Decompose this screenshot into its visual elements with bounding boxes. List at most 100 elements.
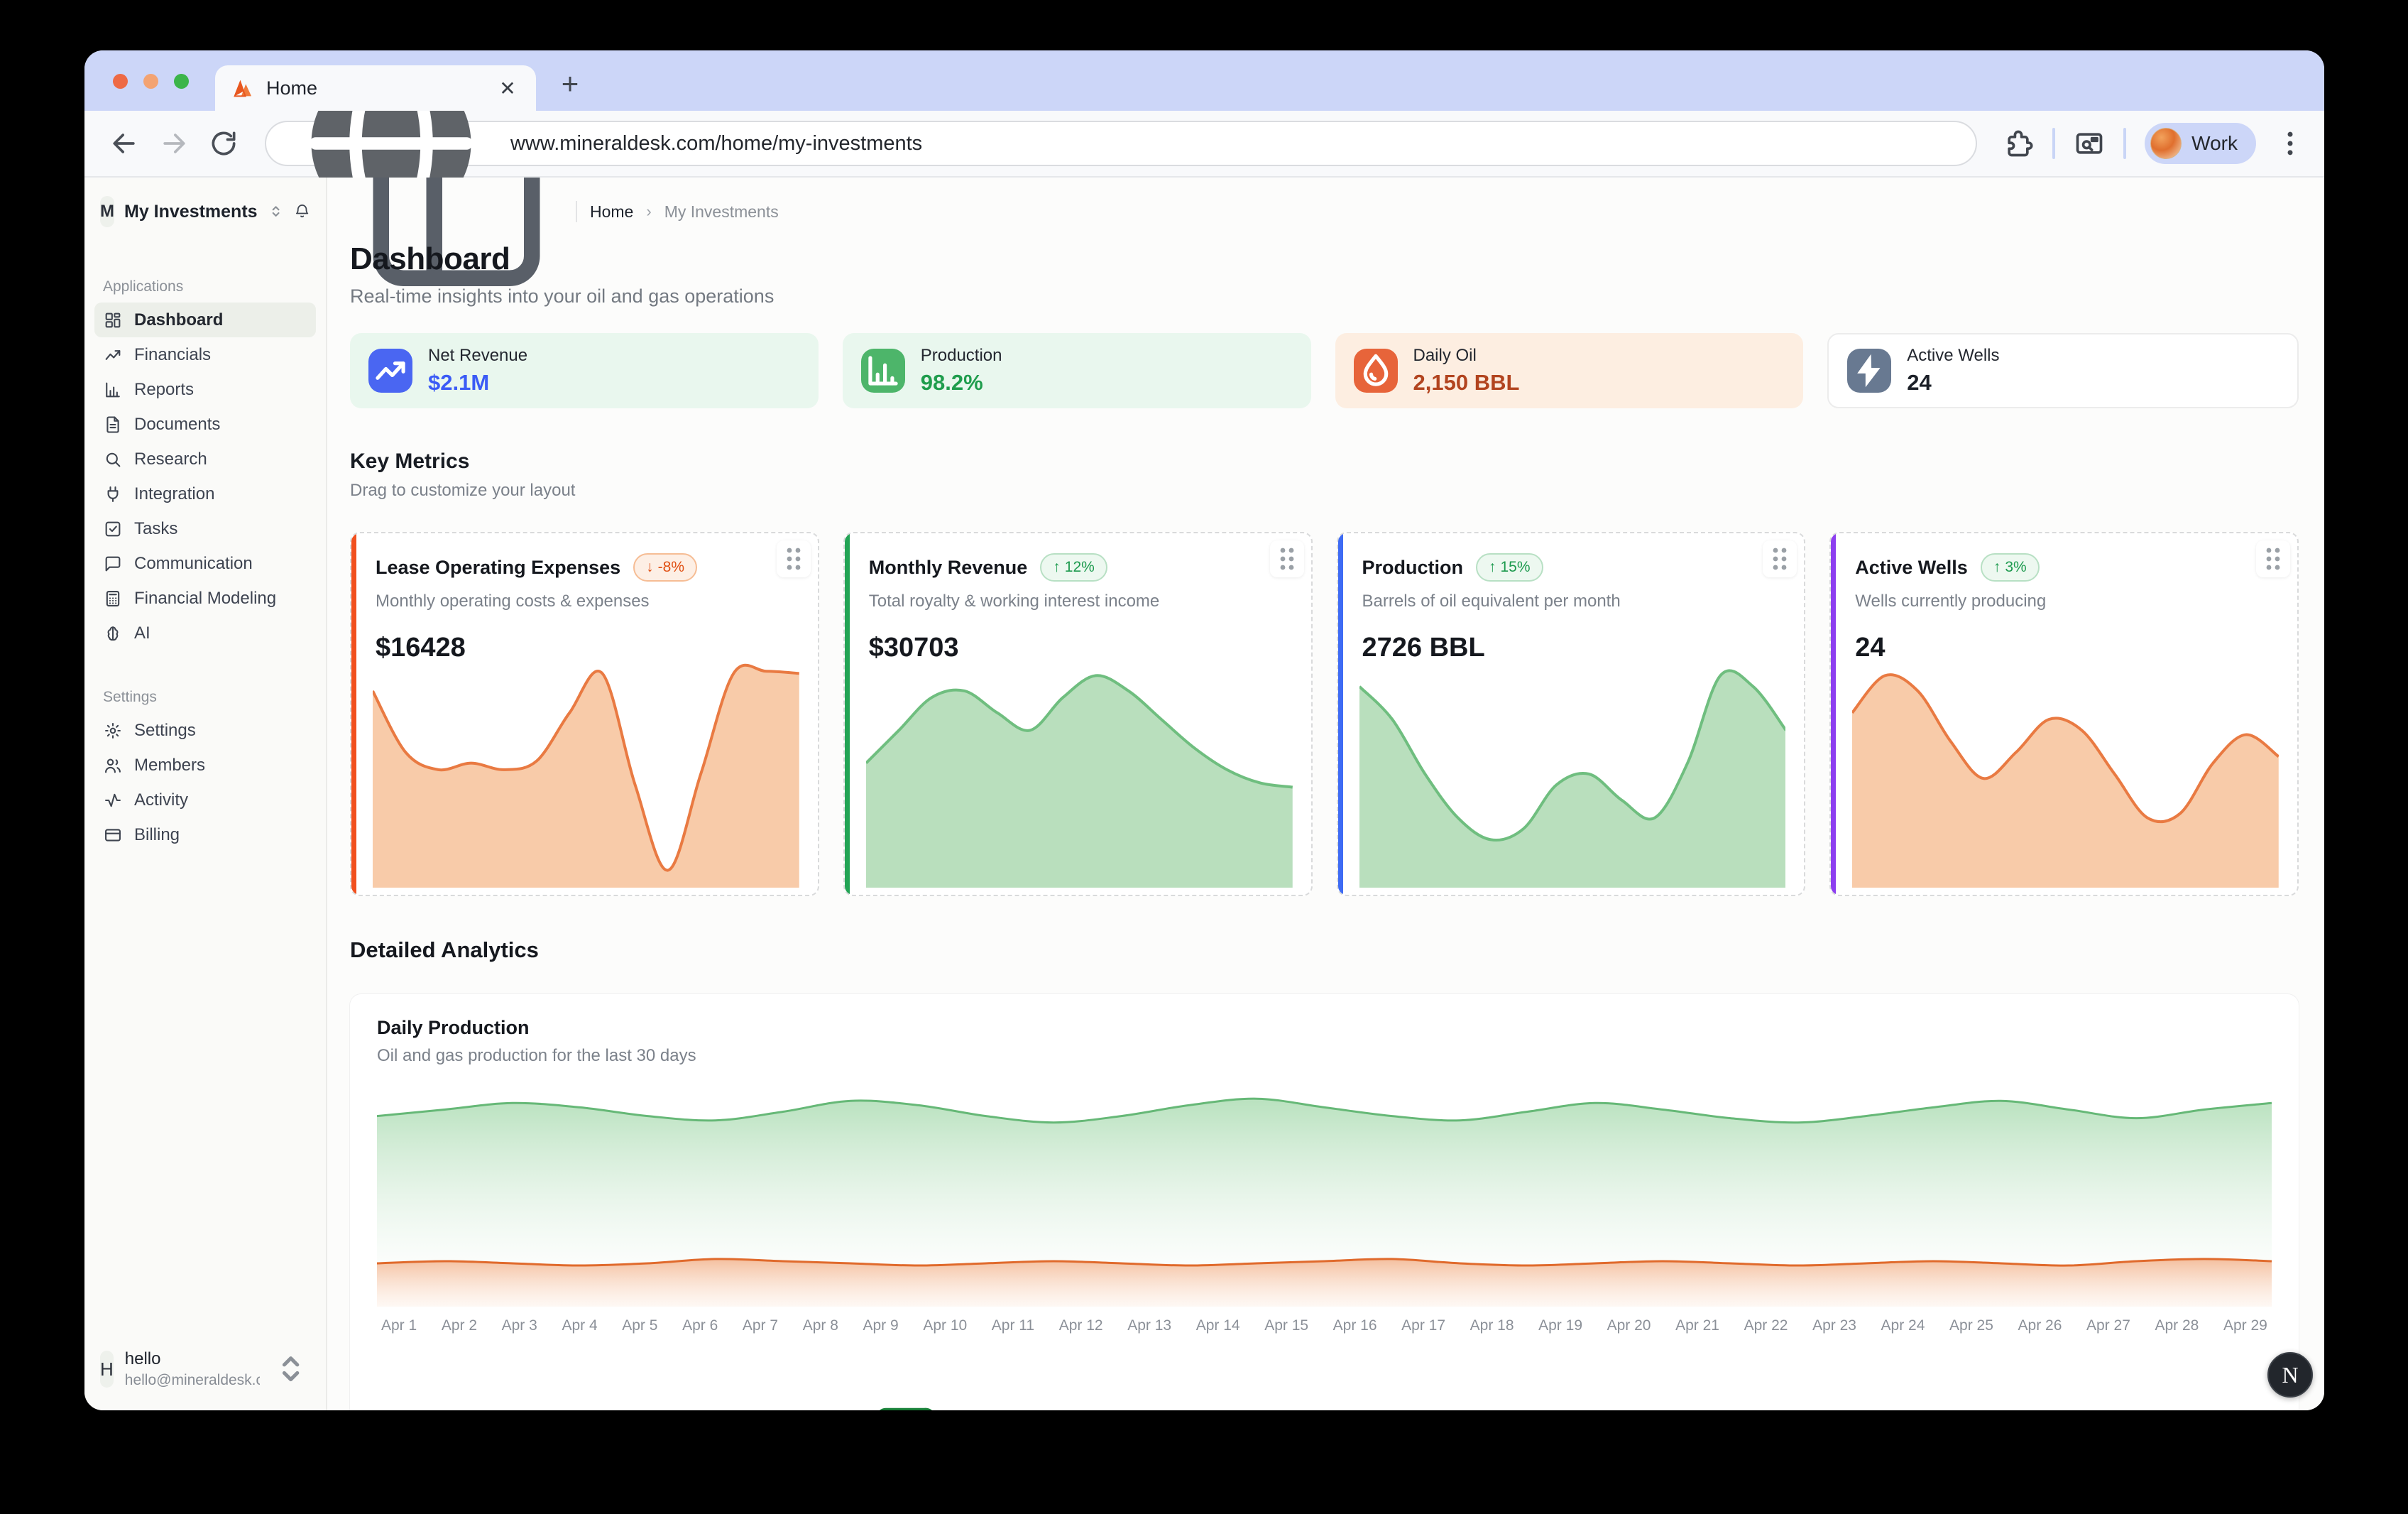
financial-modeling-icon bbox=[103, 589, 123, 609]
sidebar-item-ai[interactable]: AI bbox=[94, 616, 316, 650]
bell-icon[interactable] bbox=[294, 203, 310, 219]
sidebar-item-financial-modeling[interactable]: Financial Modeling bbox=[94, 581, 316, 616]
user-avatar: H bbox=[100, 1351, 114, 1388]
side-panel-search-icon[interactable] bbox=[2074, 128, 2105, 159]
stat-card-active-wells: Active Wells 24 bbox=[1827, 333, 2299, 408]
new-tab-button[interactable]: + bbox=[554, 70, 586, 101]
minimize-window-button[interactable] bbox=[143, 74, 158, 89]
card-title: Lease Operating Expenses bbox=[376, 557, 620, 579]
sidebar-item-members[interactable]: Members bbox=[94, 748, 316, 783]
sidebar-item-research[interactable]: Research bbox=[94, 442, 316, 476]
daily-production-chart bbox=[377, 1090, 2272, 1307]
browser-tab[interactable]: Home ✕ bbox=[215, 65, 536, 111]
x-axis-tick: Apr 25 bbox=[1949, 1317, 1993, 1334]
sidebar-item-dashboard[interactable]: Dashboard bbox=[94, 303, 316, 337]
drag-handle-icon[interactable] bbox=[777, 540, 811, 577]
drag-handle-icon[interactable] bbox=[2256, 540, 2290, 577]
x-axis-tick: Apr 1 bbox=[381, 1317, 417, 1334]
close-window-button[interactable] bbox=[113, 74, 128, 89]
card-title: Production bbox=[1362, 557, 1464, 579]
oil-drop-icon bbox=[1354, 349, 1398, 393]
lightning-icon bbox=[1847, 349, 1891, 393]
key-metrics-title: Key Metrics bbox=[350, 450, 2299, 474]
sidebar-item-settings[interactable]: Settings bbox=[94, 713, 316, 748]
extensions-puzzle-icon[interactable] bbox=[2003, 128, 2034, 159]
main-content: Home › My Investments Dashboard Real-tim… bbox=[327, 178, 2324, 1410]
sidebar-item-label: Reports bbox=[134, 380, 194, 400]
card-subtitle: Wells currently producing bbox=[1855, 592, 2276, 611]
trending-up-small-icon bbox=[748, 1356, 961, 1410]
back-arrow-icon[interactable] bbox=[109, 128, 140, 159]
profile-label: Work bbox=[2191, 132, 2238, 155]
x-axis-tick: Apr 27 bbox=[2086, 1317, 2130, 1334]
settings-icon bbox=[103, 721, 123, 741]
sidebar-item-label: Financial Modeling bbox=[134, 589, 276, 609]
metric-card-lease-operating-expenses: Lease Operating Expenses ↓-8% Monthly op… bbox=[350, 532, 819, 896]
sidebar-item-billing[interactable]: Billing bbox=[94, 817, 316, 852]
x-axis-labels: Apr 1Apr 2Apr 3Apr 4Apr 5Apr 6Apr 7Apr 8… bbox=[377, 1317, 2272, 1334]
sparkline-chart bbox=[1359, 653, 1786, 888]
x-axis-tick: Apr 26 bbox=[2018, 1317, 2062, 1334]
sidebar-items-settings: SettingsMembersActivityBilling bbox=[94, 713, 316, 852]
x-axis-tick: Apr 18 bbox=[1470, 1317, 1514, 1334]
chevrons-up-down-icon bbox=[268, 203, 284, 219]
x-axis-tick: Apr 7 bbox=[743, 1317, 778, 1334]
stat-label: Production bbox=[921, 346, 1002, 366]
sidebar-item-documents[interactable]: Documents bbox=[94, 407, 316, 442]
chevrons-up-down-icon bbox=[271, 1349, 310, 1388]
page-title: Dashboard bbox=[350, 241, 2299, 277]
page-subtitle: Real-time insights into your oil and gas… bbox=[350, 285, 2299, 307]
user-menu[interactable]: H hello hello@mineraldesk.c... bbox=[94, 1342, 316, 1396]
card-subtitle: Monthly operating costs & expenses bbox=[376, 592, 797, 611]
drag-handle-icon[interactable] bbox=[1270, 540, 1304, 577]
x-axis-tick: Apr 4 bbox=[562, 1317, 597, 1334]
sidebar-item-financials[interactable]: Financials bbox=[94, 337, 316, 372]
sidebar-item-reports[interactable]: Reports bbox=[94, 372, 316, 407]
communication-icon bbox=[103, 554, 123, 574]
user-name: hello bbox=[125, 1349, 260, 1369]
toolbar-separator bbox=[2052, 128, 2055, 159]
stat-label: Net Revenue bbox=[428, 346, 527, 366]
sidebar-item-integration[interactable]: Integration bbox=[94, 476, 316, 511]
sidebar: M My Investments Applications DashboardF… bbox=[84, 178, 327, 1410]
sidebar-item-communication[interactable]: Communication bbox=[94, 546, 316, 581]
menu-dots-icon[interactable] bbox=[2275, 128, 2306, 159]
breadcrumb-current: My Investments bbox=[664, 202, 779, 222]
card-accent-bar bbox=[351, 533, 356, 895]
stat-label: Daily Oil bbox=[1413, 346, 1520, 366]
workspace-switcher[interactable]: M My Investments bbox=[94, 193, 316, 230]
zoom-window-button[interactable] bbox=[174, 74, 189, 89]
ai-icon bbox=[103, 623, 123, 643]
x-axis-tick: Apr 19 bbox=[1538, 1317, 1582, 1334]
sidebar-item-tasks[interactable]: Tasks bbox=[94, 511, 316, 546]
integration-icon bbox=[103, 484, 123, 504]
card-accent-bar bbox=[1338, 533, 1343, 895]
section-label: Settings bbox=[103, 689, 316, 706]
nextjs-dev-button[interactable]: N bbox=[2267, 1352, 2313, 1398]
sidebar-item-label: Tasks bbox=[134, 519, 177, 539]
sidebar-item-label: Dashboard bbox=[134, 310, 223, 330]
reload-icon[interactable] bbox=[208, 128, 239, 159]
stat-card-production: Production 98.2% bbox=[843, 333, 1311, 408]
forward-arrow-icon[interactable] bbox=[158, 128, 190, 159]
dashboard-icon bbox=[103, 310, 123, 330]
x-axis-tick: Apr 5 bbox=[622, 1317, 657, 1334]
trend-arrow-icon: ↑ bbox=[1053, 559, 1061, 576]
sidebar-item-label: Integration bbox=[134, 484, 214, 504]
trend-value: 3% bbox=[2005, 559, 2026, 576]
documents-icon bbox=[103, 415, 123, 435]
url-bar[interactable]: www.mineraldesk.com/home/my-investments bbox=[265, 121, 1977, 166]
sidebar-items-applications: Dashboard Financials Reports DocumentsResea… bbox=[94, 303, 316, 650]
x-axis-tick: Apr 24 bbox=[1881, 1317, 1925, 1334]
drag-handle-icon[interactable] bbox=[1763, 540, 1797, 577]
trend-badge: ↑12% bbox=[1040, 553, 1107, 582]
trend-arrow-icon: ↑ bbox=[1993, 559, 2001, 576]
financials-icon bbox=[103, 345, 123, 365]
profile-chip[interactable]: Work bbox=[2145, 123, 2256, 164]
stat-card-daily-oil: Daily Oil 2,150 BBL bbox=[1335, 333, 1804, 408]
stat-value: 2,150 BBL bbox=[1413, 370, 1520, 396]
tab-close-icon[interactable]: ✕ bbox=[495, 77, 520, 100]
sidebar-section-applications: Applications DashboardFinancialsReportsD… bbox=[94, 278, 316, 650]
breadcrumb-home[interactable]: Home bbox=[590, 202, 633, 222]
sidebar-item-activity[interactable]: Activity bbox=[94, 783, 316, 817]
